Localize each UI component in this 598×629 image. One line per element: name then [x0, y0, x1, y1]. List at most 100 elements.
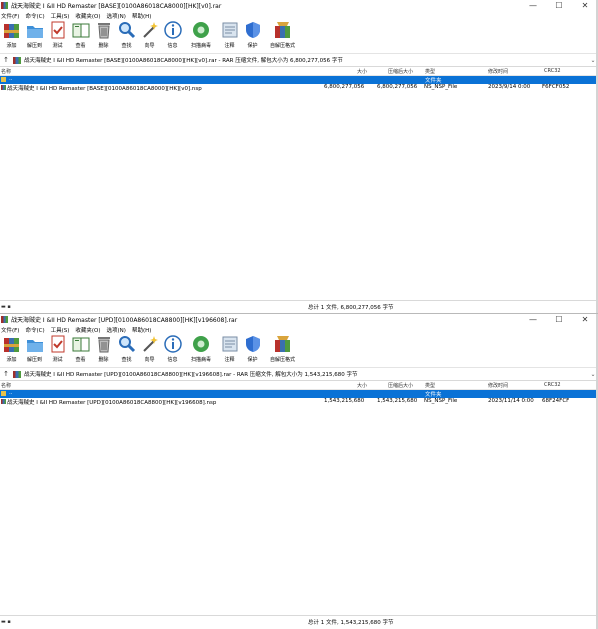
- virus-scan-icon: [192, 335, 210, 353]
- add-button[interactable]: 添加: [0, 335, 23, 363]
- test-button[interactable]: 测试: [46, 335, 69, 363]
- col-name[interactable]: 名称: [1, 382, 11, 389]
- maximize-button[interactable]: ☐: [546, 1, 572, 10]
- sfx-icon: [274, 21, 292, 39]
- title-bar[interactable]: 战天海贼史 I &II HD Remaster [UPD][0100A86018…: [0, 314, 598, 325]
- close-button[interactable]: ✕: [572, 1, 598, 10]
- parent-name: ..: [9, 76, 13, 82]
- nsp-file-icon: [1, 399, 6, 404]
- sfx-button[interactable]: 自解压格式: [264, 21, 301, 49]
- minimize-button[interactable]: —: [520, 1, 546, 10]
- info-button[interactable]: 信息: [161, 335, 184, 363]
- col-packed[interactable]: 压缩后大小: [388, 382, 413, 389]
- menu-help[interactable]: 帮助(H): [132, 12, 151, 20]
- menu-commands[interactable]: 命令(C): [25, 12, 44, 20]
- wizard-icon: [141, 21, 159, 39]
- test-button[interactable]: 测试: [46, 21, 69, 49]
- address-path[interactable]: 战天海贼史 I &II HD Remaster [UPD][0100A86018…: [24, 370, 588, 378]
- info-button[interactable]: 信息: [161, 21, 184, 49]
- comment-button[interactable]: 注释: [218, 335, 241, 363]
- menu-tools[interactable]: 工具(S): [51, 12, 70, 20]
- menu-commands[interactable]: 命令(C): [25, 326, 44, 334]
- wizard-button[interactable]: 向导: [138, 335, 161, 363]
- menu-file[interactable]: 文件(F): [1, 326, 19, 334]
- table-row[interactable]: 战天海贼史 I &II HD Remaster [BASE][0100A8601…: [0, 84, 598, 92]
- winrar-window-base: 战天海贼史 I &II HD Remaster [BASE][0100A8601…: [0, 0, 598, 313]
- col-size[interactable]: 大小: [357, 68, 367, 75]
- close-button[interactable]: ✕: [572, 315, 598, 324]
- extract-to-icon: [26, 335, 44, 353]
- parent-folder-row[interactable]: .. 文件夹: [0, 390, 598, 398]
- extract-to-button[interactable]: 解压到: [23, 335, 46, 363]
- lock-key-icon[interactable]: ▬ ▪: [1, 304, 11, 310]
- find-button[interactable]: 查找: [115, 21, 138, 49]
- parent-name: ..: [9, 390, 13, 396]
- winrar-window-update: 战天海贼史 I &II HD Remaster [UPD][0100A86018…: [0, 313, 598, 629]
- view-button[interactable]: 查看: [69, 335, 92, 363]
- sfx-button[interactable]: 自解压格式: [264, 335, 301, 363]
- toolbar: 添加 解压到 测试 查看 删除 查找 向导 信息 扫描病毒 注释 保护 自解压格…: [0, 334, 598, 368]
- virus-scan-button[interactable]: 扫描病毒: [184, 335, 218, 363]
- file-name: 战天海贼史 I &II HD Remaster [UPD][0100A86018…: [7, 400, 217, 406]
- col-modified[interactable]: 修改时间: [488, 68, 508, 75]
- menu-help[interactable]: 帮助(H): [132, 326, 151, 334]
- status-text: 总计 1 文件, 6,800,277,056 字节: [308, 305, 394, 311]
- file-modified: 2023/9/14 0:00: [488, 84, 531, 90]
- comment-button[interactable]: 注释: [218, 21, 241, 49]
- find-icon: [118, 21, 136, 39]
- delete-button[interactable]: 删除: [92, 21, 115, 49]
- table-row[interactable]: 战天海贼史 I &II HD Remaster [UPD][0100A86018…: [0, 398, 598, 406]
- delete-button[interactable]: 删除: [92, 335, 115, 363]
- find-button[interactable]: 查找: [115, 335, 138, 363]
- protect-button[interactable]: 保护: [241, 335, 264, 363]
- test-icon: [49, 335, 67, 353]
- file-size: 1,543,215,680: [324, 398, 365, 404]
- col-size[interactable]: 大小: [357, 382, 367, 389]
- col-name[interactable]: 名称: [1, 68, 11, 75]
- archive-icon: [13, 370, 21, 378]
- view-button[interactable]: 查看: [69, 21, 92, 49]
- menu-favorites[interactable]: 收藏夹(O): [75, 326, 100, 334]
- find-icon: [118, 335, 136, 353]
- address-path[interactable]: 战天海贼史 I &II HD Remaster [BASE][0100A8601…: [24, 56, 588, 64]
- toolbar: 添加 解压到 测试 查看 删除 查找 向导 信息 扫描病毒 注释 保护 自解压格…: [0, 20, 598, 54]
- list-header: 名称 大小 压缩后大小 类型 修改时间 CRC32: [0, 67, 598, 76]
- minimize-button[interactable]: —: [520, 315, 546, 324]
- up-folder-icon[interactable]: ↑: [0, 370, 12, 378]
- menu-options[interactable]: 选项(N): [107, 326, 126, 334]
- virus-scan-button[interactable]: 扫描病毒: [184, 21, 218, 49]
- extract-to-button[interactable]: 解压到: [23, 21, 46, 49]
- protect-icon: [244, 21, 262, 39]
- up-folder-icon[interactable]: ↑: [0, 56, 12, 64]
- winrar-app-icon: [1, 2, 8, 9]
- menu-file[interactable]: 文件(F): [1, 12, 19, 20]
- wizard-button[interactable]: 向导: [138, 21, 161, 49]
- parent-type: 文件夹: [425, 392, 442, 398]
- col-type[interactable]: 类型: [425, 382, 435, 389]
- maximize-button[interactable]: ☐: [546, 315, 572, 324]
- col-type[interactable]: 类型: [425, 68, 435, 75]
- col-packed[interactable]: 压缩后大小: [388, 68, 413, 75]
- file-type: NS_NSP_File: [424, 398, 458, 404]
- lock-key-icon[interactable]: ▬ ▪: [1, 619, 11, 625]
- add-button[interactable]: 添加: [0, 21, 23, 49]
- view-icon: [72, 21, 90, 39]
- add-archive-icon: [3, 335, 21, 353]
- address-bar: ↑ 战天海贼史 I &II HD Remaster [UPD][0100A860…: [0, 368, 598, 381]
- file-packed: 6,800,277,056: [377, 84, 418, 90]
- col-modified[interactable]: 修改时间: [488, 382, 508, 389]
- menu-tools[interactable]: 工具(S): [51, 326, 70, 334]
- menu-bar: 文件(F) 命令(C) 工具(S) 收藏夹(O) 选项(N) 帮助(H): [0, 11, 598, 20]
- file-modified: 2023/11/14 0:00: [488, 398, 534, 404]
- protect-button[interactable]: 保护: [241, 21, 264, 49]
- window-title: 战天海贼史 I &II HD Remaster [UPD][0100A86018…: [11, 317, 238, 324]
- list-header: 名称 大小 压缩后大小 类型 修改时间 CRC32: [0, 381, 598, 390]
- col-crc[interactable]: CRC32: [544, 382, 561, 388]
- col-crc[interactable]: CRC32: [544, 68, 561, 74]
- title-bar[interactable]: 战天海贼史 I &II HD Remaster [BASE][0100A8601…: [0, 0, 598, 11]
- parent-folder-row[interactable]: .. 文件夹: [0, 76, 598, 84]
- menu-favorites[interactable]: 收藏夹(O): [75, 12, 100, 20]
- info-icon: [163, 21, 182, 39]
- menu-options[interactable]: 选项(N): [107, 12, 126, 20]
- file-name: 战天海贼史 I &II HD Remaster [BASE][0100A8601…: [7, 86, 202, 92]
